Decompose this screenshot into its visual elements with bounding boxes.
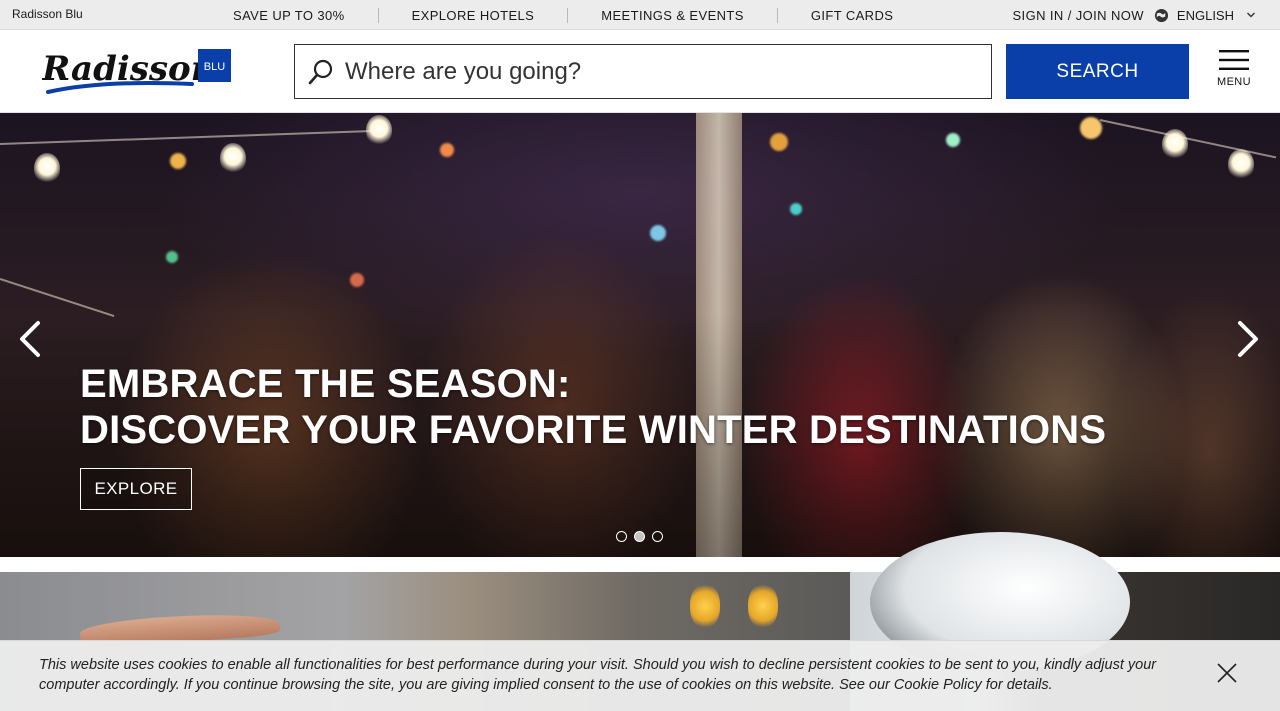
menu-button[interactable]: MENU [1214, 50, 1254, 94]
chevron-down-icon [1247, 12, 1255, 18]
nav-gift-cards[interactable]: GIFT CARDS [811, 8, 894, 23]
hero-title: EMBRACE THE SEASON: DISCOVER YOUR FAVORI… [80, 361, 1106, 453]
svg-text:BLU: BLU [204, 61, 225, 73]
language-selector[interactable]: ENGLISH [1154, 8, 1256, 23]
menu-label: MENU [1217, 76, 1251, 88]
chevron-right-icon[interactable] [1234, 319, 1264, 359]
utility-nav: SAVE UP TO 30% EXPLORE HOTELS MEETINGS &… [233, 0, 893, 30]
globe-icon [1154, 8, 1168, 22]
carousel-pagination [616, 531, 663, 542]
radisson-blu-logo[interactable]: Radisson BLU [42, 42, 234, 102]
search-button[interactable]: SEARCH [1006, 44, 1189, 99]
explore-button[interactable]: EXPLORE [80, 468, 192, 510]
account-language: SIGN IN / JOIN NOW ENGLISH [1012, 0, 1256, 30]
cookie-policy-link[interactable]: Cookie Policy [894, 677, 982, 693]
carousel-dot-2[interactable] [634, 531, 645, 542]
destination-search [294, 44, 992, 99]
cookie-message: This website uses cookies to enable all … [39, 655, 1159, 695]
carousel-dot-3[interactable] [652, 531, 663, 542]
language-label: ENGLISH [1176, 7, 1234, 23]
nav-meetings-events[interactable]: MEETINGS & EVENTS [601, 8, 744, 23]
cookie-text-suffix: for details. [981, 677, 1053, 693]
site-name: Radisson Blu [12, 7, 83, 21]
main-header: Radisson BLU SEARCH MENU [0, 30, 1280, 113]
utility-bar: Radisson Blu SAVE UP TO 30% EXPLORE HOTE… [0, 0, 1280, 30]
close-icon[interactable] [1216, 662, 1238, 684]
nav-explore-hotels[interactable]: EXPLORE HOTELS [412, 8, 535, 23]
carousel-dot-1[interactable] [616, 531, 627, 542]
hero-carousel: EMBRACE THE SEASON: DISCOVER YOUR FAVORI… [0, 113, 1280, 557]
destination-input[interactable] [345, 57, 945, 86]
hero-title-line-1: EMBRACE THE SEASON: [80, 362, 571, 406]
nav-divider [567, 7, 569, 23]
search-icon [308, 59, 333, 84]
hamburger-icon [1219, 50, 1249, 70]
chevron-left-icon[interactable] [14, 319, 44, 359]
cookie-banner: This website uses cookies to enable all … [0, 640, 1280, 711]
nav-divider [377, 7, 379, 23]
nav-save-up-to-30[interactable]: SAVE UP TO 30% [233, 8, 345, 23]
nav-divider [776, 7, 778, 23]
hero-title-line-2: DISCOVER YOUR FAVORITE WINTER DESTINATIO… [80, 408, 1107, 452]
sign-in-join-link[interactable]: SIGN IN / JOIN NOW [1012, 8, 1143, 23]
